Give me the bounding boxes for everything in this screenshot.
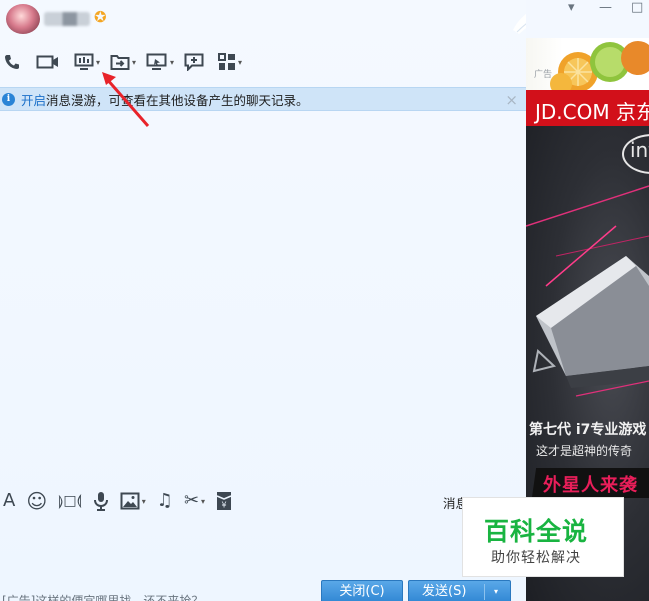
send-button[interactable]: 发送(S) ▾ [408,580,511,601]
remote-desktop-button[interactable]: ▾ [146,48,174,76]
fruit-ad-banner[interactable]: 广告 [526,38,649,90]
ad-slogan: 外星人来袭 [543,475,638,496]
roaming-info-bar: i 开启 消息漫游，可查看在其他设备产生的聊天记录。 × [0,87,526,111]
video-call-button[interactable] [36,48,60,76]
screenshot-button[interactable]: ✂ ▾ [184,487,205,515]
jd-banner[interactable]: JD.COM 京东 [526,90,649,126]
send-button-label: 发送(S) [422,584,467,599]
music-icon: ♫ [156,490,173,511]
minimize-button[interactable]: — [599,0,612,15]
chevron-down-icon[interactable]: ▾ [96,58,100,67]
file-transfer-icon [110,55,130,70]
font-button[interactable]: A [3,487,15,515]
chevron-down-icon[interactable]: ▾ [142,497,146,506]
chat-toolbar: ▾ ▾ ▾ ▾ [0,48,300,76]
apps-button[interactable]: ▾ [218,48,242,76]
intel-logo-text: intel [630,138,649,162]
chevron-down-icon[interactable]: ▾ [170,58,174,67]
info-bar-text: 消息漫游，可查看在其他设备产生的聊天记录。 [46,92,309,108]
title-bar: ✪ [0,0,526,42]
voice-message-button[interactable] [93,487,109,515]
screen-share-button[interactable]: ▾ [74,48,100,76]
info-icon: i [2,92,15,106]
image-icon [120,492,140,510]
ad-label: 广告 [534,70,553,80]
chevron-down-icon[interactable]: ▾ [494,581,498,601]
svg-text:¥: ¥ [222,501,227,510]
red-packet-icon: ¥ [216,492,232,510]
chevron-down-icon[interactable]: ▾ [201,497,205,506]
microphone-icon [93,492,108,511]
ad-cpu-line: 第七代 i7专业游戏 [529,422,647,438]
send-divider [484,584,485,600]
watermark-subtitle: 助你轻松解决 [491,550,581,566]
scissors-icon: ✂ [183,490,200,511]
menu-chevron-icon[interactable]: ▾ [568,0,575,15]
watermark-title: 百科全说 [484,517,589,546]
contact-avatar[interactable] [6,4,40,34]
close-button-label: 关闭(C) [339,584,385,599]
screen-share-icon [74,53,94,70]
window-controls: ▾ — □ [526,0,649,38]
font-icon: A [3,490,16,511]
video-camera-icon [36,55,58,69]
apps-grid-icon [218,53,236,70]
chevron-down-icon[interactable]: ▾ [238,58,242,67]
chat-window: ✪ ▾ ▾ ▾ ▾ i 开启 消息漫游，可查看在其他设备产生的聊天记录。 × A… [0,0,563,601]
image-button[interactable]: ▾ [120,487,146,515]
shake-button[interactable]: ⟭□⟬ [58,487,82,515]
contact-name-blurred [44,12,90,26]
voice-call-button[interactable] [4,48,20,76]
music-button[interactable]: ♫ [157,487,173,515]
jd-logo-text: JD.COM 京东 [535,100,649,124]
red-packet-button[interactable]: ¥ [216,487,232,515]
maximize-button[interactable]: □ [631,0,643,15]
bottom-ad-text[interactable]: [广告]这样的便宜哪里找，还不来抢？ [2,592,203,601]
message-input[interactable] [0,518,460,578]
fruit-image [550,41,649,90]
emoji-icon: ☺ [26,489,48,513]
message-history[interactable] [0,112,526,480]
emoji-button[interactable]: ☺ [26,487,47,515]
star-icon: ✪ [94,8,107,26]
shake-icon: ⟭□⟬ [58,493,82,509]
baike-watermark: 百科全说 助你轻松解决 [462,497,624,577]
phone-icon [5,55,19,69]
close-icon[interactable]: × [505,91,518,109]
ad-tagline: 这才是超神的传奇 [536,444,633,458]
enable-roaming-link[interactable]: 开启 [21,90,46,109]
close-button[interactable]: 关闭(C) [321,580,403,601]
add-message-icon [184,53,204,71]
add-message-button[interactable] [184,48,204,76]
file-transfer-button[interactable]: ▾ [110,48,136,76]
chevron-down-icon[interactable]: ▾ [132,58,136,67]
remote-desktop-icon [146,53,167,70]
